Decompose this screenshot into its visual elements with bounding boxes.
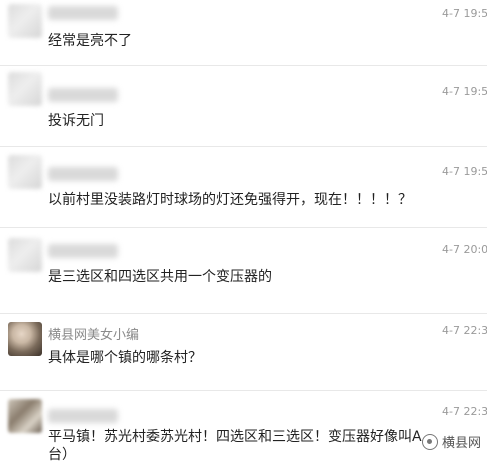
avatar[interactable] bbox=[8, 322, 42, 356]
avatar[interactable] bbox=[8, 238, 42, 272]
comment-time: 4-7 19:52 bbox=[442, 85, 487, 98]
comment-text: 是三选区和四选区共用一个变压器的 bbox=[48, 269, 272, 285]
avatar[interactable] bbox=[8, 4, 42, 38]
comment-item: 4-7 19:52 投诉无门 bbox=[0, 66, 487, 147]
watermark-text: 横县网 bbox=[441, 436, 481, 451]
comment-time: 4-7 22:31 bbox=[442, 405, 487, 418]
commenter-name bbox=[48, 167, 118, 181]
watermark: 横县网 bbox=[421, 432, 481, 451]
avatar[interactable] bbox=[8, 399, 42, 433]
comment-time: 4-7 19:53 bbox=[442, 165, 487, 178]
comment-time: 4-7 22:30 bbox=[442, 324, 487, 337]
comment-text: 以前村里没装路灯时球场的灯还免强得开，现在！！！！？ bbox=[48, 192, 412, 208]
commenter-name: 横县网美女小编 bbox=[48, 328, 140, 343]
wechat-logo-icon bbox=[421, 433, 438, 450]
comment-text: 具体是哪个镇的哪条村？ bbox=[48, 350, 202, 366]
comment-item: 横县网美女小编 4-7 22:30 具体是哪个镇的哪条村？ bbox=[0, 314, 487, 391]
comment-text: 平马镇！苏光村委苏光村！四选区和三选区！变压器好像叫A台） bbox=[48, 429, 422, 463]
comment-text: 投诉无门 bbox=[48, 113, 104, 129]
commenter-name bbox=[48, 88, 118, 102]
comment-time: 4-7 19:52 bbox=[442, 7, 487, 20]
commenter-name bbox=[48, 244, 118, 258]
comment-text: 经常是亮不了 bbox=[48, 33, 132, 49]
avatar[interactable] bbox=[8, 72, 42, 106]
avatar[interactable] bbox=[8, 155, 42, 189]
commenter-name bbox=[48, 6, 118, 20]
comment-time: 4-7 20:00 bbox=[442, 243, 487, 256]
comment-item: 4-7 19:53 以前村里没装路灯时球场的灯还免强得开，现在！！！！？ bbox=[0, 147, 487, 228]
comment-item: 4-7 20:00 是三选区和四选区共用一个变压器的 bbox=[0, 228, 487, 314]
comment-item: 4-7 19:52 经常是亮不了 bbox=[0, 0, 487, 66]
commenter-name bbox=[48, 409, 118, 423]
comment-item: 4-7 22:31 平马镇！苏光村委苏光村！四选区和三选区！变压器好像叫A台） bbox=[0, 391, 487, 463]
